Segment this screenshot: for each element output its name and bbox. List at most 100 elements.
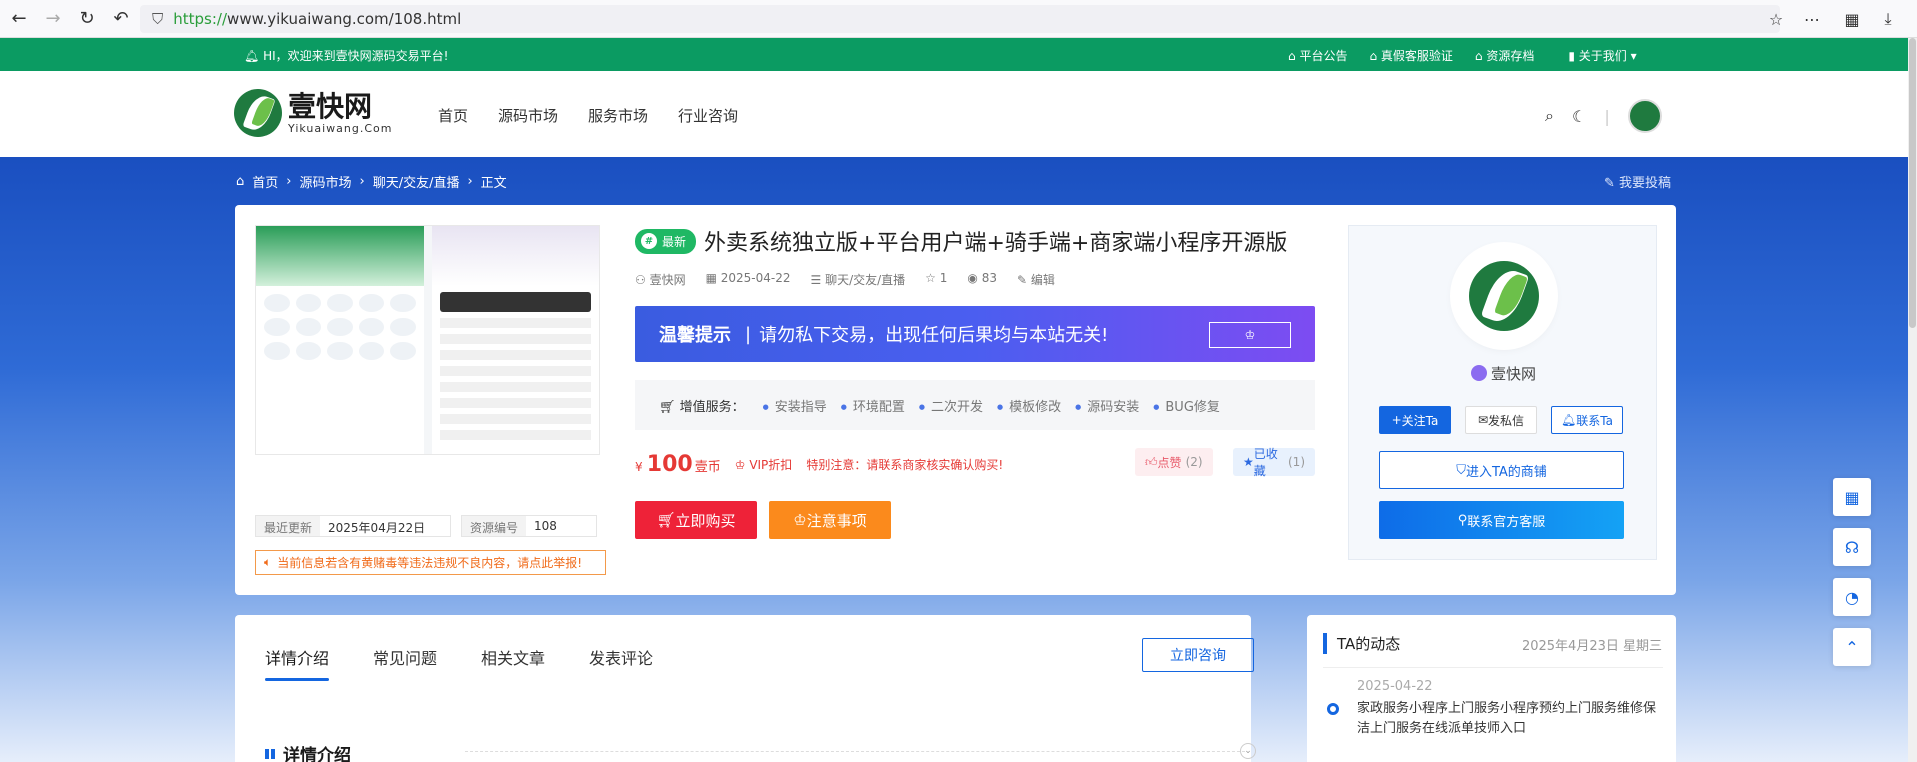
- product-card: 最近更新 2025年04月22日 资源编号 108 🔈︎ 当前信息若含有黄赌毒等违法违…: [235, 205, 1676, 595]
- star-icon[interactable]: ☆: [1759, 2, 1793, 36]
- welcome-text: 🔔︎ HI，欢迎来到壹快网源码交易平台!: [244, 49, 449, 63]
- services-head: 🛒︎ 增值服务：: [659, 399, 745, 415]
- topbar-link-verify[interactable]: ⌂ 真假客服验证: [1369, 47, 1452, 64]
- tab-related[interactable]: 相关文章: [481, 645, 545, 669]
- resource-id-meta: 资源编号 108: [461, 515, 598, 537]
- consult-button[interactable]: 立即咨询: [1142, 638, 1254, 672]
- address-bar[interactable]: ⛉ https://www.yikuaiwang.com/108.html: [140, 5, 1780, 33]
- user-avatar[interactable]: [1627, 99, 1662, 133]
- url-scheme: https://: [173, 10, 228, 28]
- product-title: 外卖系统独立版+平台用户端+骑手端+商家端小程序开源版: [704, 231, 1288, 256]
- detail-card: 详情介绍 常见问题 相关文章 发表评论 立即咨询 详情介绍 ⌄: [235, 615, 1256, 762]
- author-meta[interactable]: ⚇ 壹快网: [635, 271, 686, 288]
- back-to-top-icon[interactable]: ⌃: [1833, 628, 1871, 666]
- activity-item-link[interactable]: 家政服务小程序上门服务小程序预约上门服务维修保洁上门服务在线派单技师入口: [1357, 699, 1657, 739]
- service-item[interactable]: 源码安装: [1075, 396, 1139, 415]
- browser-toolbar: ← → ↻ ↶ ⛉ https://www.yikuaiwang.com/108…: [0, 0, 1917, 38]
- main-nav: 首页 源码市场 服务市场 行业咨询: [438, 105, 738, 126]
- qq-icon[interactable]: ◔: [1833, 578, 1871, 616]
- screenshot-user-app[interactable]: [256, 226, 424, 454]
- site-header: 壹快网 Yikuaiwang.Com 首页 源码市场 服务市场 行业咨询 ⌕ ☾…: [0, 71, 1908, 157]
- calendar-icon[interactable]: ▦: [1833, 478, 1871, 516]
- reload-icon[interactable]: ↻: [72, 4, 102, 34]
- home-icon: ⌂: [236, 174, 245, 189]
- vip-discount[interactable]: ♔ VIP折扣: [735, 456, 793, 473]
- service-item[interactable]: 安装指导: [763, 396, 827, 415]
- tab-faq[interactable]: 常见问题: [373, 645, 437, 669]
- official-service-button[interactable]: ⚲ 联系官方客服: [1379, 501, 1624, 539]
- divider: [1323, 667, 1663, 668]
- bell-icon: 🔔︎: [244, 49, 264, 63]
- headset-icon[interactable]: ☊: [1833, 528, 1871, 566]
- pin-icon: [1470, 365, 1487, 381]
- download-icon[interactable]: ⤓: [1871, 2, 1905, 36]
- nav-industry-news[interactable]: 行业咨询: [678, 105, 738, 126]
- contact-button[interactable]: 🔔︎ 联系Ta: [1551, 406, 1623, 434]
- warning-banner: 温馨提示 | 请勿私下交易，出现任何后果均与本站无关! ♔: [635, 306, 1315, 362]
- breadcrumb-home[interactable]: 首页: [252, 172, 278, 191]
- seller-avatar[interactable]: [1454, 246, 1554, 346]
- activity-item-date: 2025-04-22: [1357, 679, 1433, 694]
- site-topbar: 🔔︎ HI，欢迎来到壹快网源码交易平台! ⌂ 平台公告 ⌂ 真假客服验证 ⌂ 资…: [0, 38, 1908, 71]
- back-icon[interactable]: ←: [4, 4, 34, 34]
- seller-name[interactable]: 壹快网: [1349, 363, 1658, 384]
- nav-service-market[interactable]: 服务市场: [588, 105, 648, 126]
- speaker-icon: 🔈︎: [264, 555, 272, 569]
- service-item[interactable]: 二次开发: [919, 396, 983, 415]
- nav-source-market[interactable]: 源码市场: [498, 105, 558, 126]
- shield-icon: ⛉: [152, 10, 164, 28]
- grid-icon[interactable]: ▦: [1835, 2, 1869, 36]
- topbar-link-about[interactable]: ▮ 关于我们 ▾: [1568, 47, 1636, 64]
- service-item[interactable]: 模板修改: [997, 396, 1061, 415]
- more-icon[interactable]: ⋯: [1795, 2, 1829, 36]
- moon-icon[interactable]: ☾: [1572, 107, 1586, 126]
- topbar-link-announcement[interactable]: ⌂ 平台公告: [1288, 47, 1347, 64]
- activity-today: 2025年4月23日 星期三: [1521, 639, 1662, 654]
- chevron-down-icon[interactable]: ⌄: [1240, 743, 1256, 759]
- enter-shop-button[interactable]: ⛉ 进入TA的商铺: [1379, 451, 1624, 489]
- breadcrumb-current: 正文: [480, 176, 507, 191]
- buy-now-button[interactable]: 🛒︎ 立即购买: [635, 501, 757, 539]
- activity-card: TA的动态 2025年4月23日 星期三 2025-04-22 家政服务小程序上…: [1307, 615, 1676, 762]
- report-link[interactable]: 🔈︎ 当前信息若含有黄赌毒等违法违规不良内容，请点此举报!: [255, 550, 606, 575]
- screenshot-merchant-app[interactable]: [431, 226, 599, 454]
- grid-icon: [265, 748, 275, 759]
- chevron-right-icon: ›: [286, 174, 292, 189]
- product-gallery[interactable]: [255, 225, 600, 455]
- value-added-services: 🛒︎ 增值服务： 安装指导 环境配置 二次开发 模板修改 源码安装 BUG修复: [635, 380, 1315, 430]
- breadcrumb: ⌂ 首页 › 源码市场 › 聊天/交友/直播 › 正文: [236, 172, 507, 191]
- nav-home[interactable]: 首页: [438, 105, 468, 126]
- divider: |: [1604, 106, 1610, 126]
- tab-details[interactable]: 详情介绍: [265, 645, 330, 681]
- breadcrumb-source-market[interactable]: 源码市场: [299, 172, 351, 191]
- favorite-button[interactable]: ★ 已收藏 (1): [1233, 447, 1315, 478]
- like-button[interactable]: 👍︎ 点赞 (2): [1135, 448, 1213, 476]
- breadcrumb-category[interactable]: 聊天/交友/直播: [373, 172, 460, 191]
- page-scrollbar[interactable]: [1908, 38, 1917, 762]
- notice-button[interactable]: ♔ 注意事项: [769, 501, 891, 539]
- search-icon[interactable]: ⌕: [1545, 106, 1554, 126]
- topbar-link-archive[interactable]: ⌂ 资源存档: [1475, 47, 1534, 64]
- crown-icon: ♔: [1209, 322, 1291, 348]
- forward-icon[interactable]: →: [38, 4, 68, 34]
- views-meta: ◉ 83: [967, 271, 997, 285]
- edit-link[interactable]: ✎ 编辑: [1017, 271, 1055, 288]
- likes-meta: ☆ 1: [925, 271, 948, 285]
- purchase-notice: 特别注意：请联系商家核实确认购买!: [806, 458, 1004, 472]
- detail-tabs: 详情介绍 常见问题 相关文章 发表评论: [265, 645, 653, 681]
- tab-comment[interactable]: 发表评论: [589, 645, 653, 669]
- undo-icon[interactable]: ↶: [106, 4, 136, 34]
- floating-tools: ▦ ☊ ◔ ⌃: [1833, 478, 1871, 666]
- contribute-link[interactable]: ✎ 我要投稿: [1604, 172, 1671, 191]
- timeline-dot-icon: [1327, 703, 1339, 715]
- logo-domain: Yikuaiwang.Com: [288, 121, 393, 135]
- service-item[interactable]: 环境配置: [841, 396, 905, 415]
- category-meta[interactable]: ☰ 聊天/交友/直播: [811, 271, 906, 288]
- updated-meta: 最近更新 2025年04月22日: [255, 515, 452, 537]
- date-meta: ▦ 2025-04-22: [705, 271, 791, 285]
- price: ¥ 100 壹币: [635, 452, 721, 477]
- message-button[interactable]: ✉ 发私信: [1465, 406, 1537, 434]
- follow-button[interactable]: + 关注Ta: [1379, 406, 1451, 434]
- site-logo[interactable]: 壹快网 Yikuaiwang.Com: [234, 89, 393, 137]
- service-item[interactable]: BUG修复: [1153, 396, 1220, 415]
